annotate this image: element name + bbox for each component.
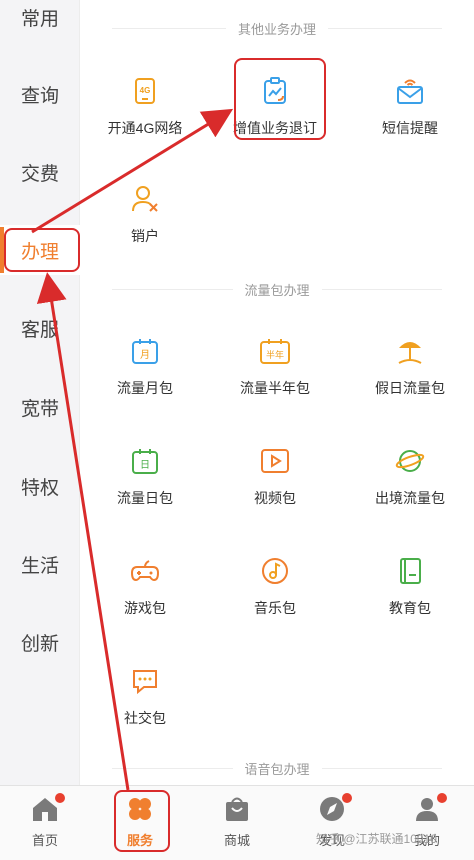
tile-value-added-unsubscribe[interactable]: 增值业务退订 xyxy=(215,70,335,150)
sidebar-item-innovation[interactable]: 创新 xyxy=(0,617,80,667)
education-icon xyxy=(400,558,421,584)
profile-notification-dot xyxy=(437,793,447,803)
tile-game[interactable]: 游戏包 xyxy=(85,550,205,630)
section-title-voice: 语音包办理 xyxy=(100,758,454,778)
video-icon xyxy=(261,449,289,473)
section-title-other: 其他业务办理 xyxy=(100,18,454,38)
music-icon xyxy=(262,558,288,584)
tab-discover[interactable]: 发现 xyxy=(287,786,377,860)
social-icon xyxy=(133,670,157,695)
svg-text:月: 月 xyxy=(140,349,150,361)
category-sidebar: 常用 查询 交费 办理 客服 宽带 特权 生活 创新 xyxy=(0,0,80,785)
svg-text:日: 日 xyxy=(140,460,150,471)
close-account-icon xyxy=(132,186,158,212)
tab-mall[interactable]: 商城 xyxy=(192,786,282,860)
game-icon xyxy=(130,560,160,582)
tab-profile[interactable]: 我的 xyxy=(382,786,472,860)
svg-text:4G: 4G xyxy=(140,86,151,95)
value-added-unsubscribe-icon xyxy=(264,77,286,104)
tile-social[interactable]: 社交包 xyxy=(85,660,205,740)
tile-music[interactable]: 音乐包 xyxy=(215,550,335,630)
tile-daily-data[interactable]: 日 流量日包 xyxy=(85,440,205,520)
daily-data-icon: 日 xyxy=(132,449,158,474)
svg-text:半年: 半年 xyxy=(266,349,284,361)
tile-open-4g[interactable]: 4G 开通4G网络 xyxy=(85,70,205,150)
half-year-data-icon: 半年 xyxy=(260,339,290,364)
service-icon xyxy=(129,798,151,820)
service-content: 其他业务办理 4G 开通4G网络 增值业务退订 短信提醒 销户 流量包办理 月 … xyxy=(80,0,474,785)
tab-home[interactable]: 首页 xyxy=(0,786,90,860)
mall-icon xyxy=(226,797,248,821)
sidebar-item-life[interactable]: 生活 xyxy=(0,539,80,589)
sms-reminder-icon xyxy=(397,79,423,104)
bottom-tab-bar: 首页 服务 商城 发现 我的 xyxy=(0,785,474,860)
home-notification-dot xyxy=(55,793,65,803)
sidebar-item-broadband[interactable]: 宽带 xyxy=(0,382,80,432)
discover-notification-dot xyxy=(342,793,352,803)
tile-education[interactable]: 教育包 xyxy=(350,550,470,630)
sidebar-item-common[interactable]: 常用 xyxy=(0,0,80,42)
sidebar-item-query[interactable]: 查询 xyxy=(0,69,80,119)
monthly-data-icon: 月 xyxy=(132,339,158,364)
tile-sms-reminder[interactable]: 短信提醒 xyxy=(350,70,470,150)
4g-icon: 4G xyxy=(135,78,155,104)
tile-half-year-data[interactable]: 半年 流量半年包 xyxy=(215,330,335,410)
sidebar-item-handle[interactable]: 办理 xyxy=(0,225,80,275)
sidebar-item-payment[interactable]: 交费 xyxy=(0,147,80,197)
tile-holiday-data[interactable]: 假日流量包 xyxy=(350,330,470,410)
tile-monthly-data[interactable]: 月 流量月包 xyxy=(85,330,205,410)
tile-roaming-data[interactable]: 出境流量包 xyxy=(350,440,470,520)
watermark: 知乎 @江苏联通10010 xyxy=(316,832,437,846)
tile-close-account[interactable]: 销户 xyxy=(85,178,205,258)
roaming-data-icon xyxy=(395,450,425,472)
section-title-data: 流量包办理 xyxy=(100,279,454,299)
tile-video[interactable]: 视频包 xyxy=(215,440,335,520)
tab-service[interactable]: 服务 xyxy=(95,786,185,860)
holiday-data-icon xyxy=(398,342,422,364)
sidebar-item-customer-service[interactable]: 客服 xyxy=(0,303,80,353)
sidebar-item-privileges[interactable]: 特权 xyxy=(0,461,80,511)
